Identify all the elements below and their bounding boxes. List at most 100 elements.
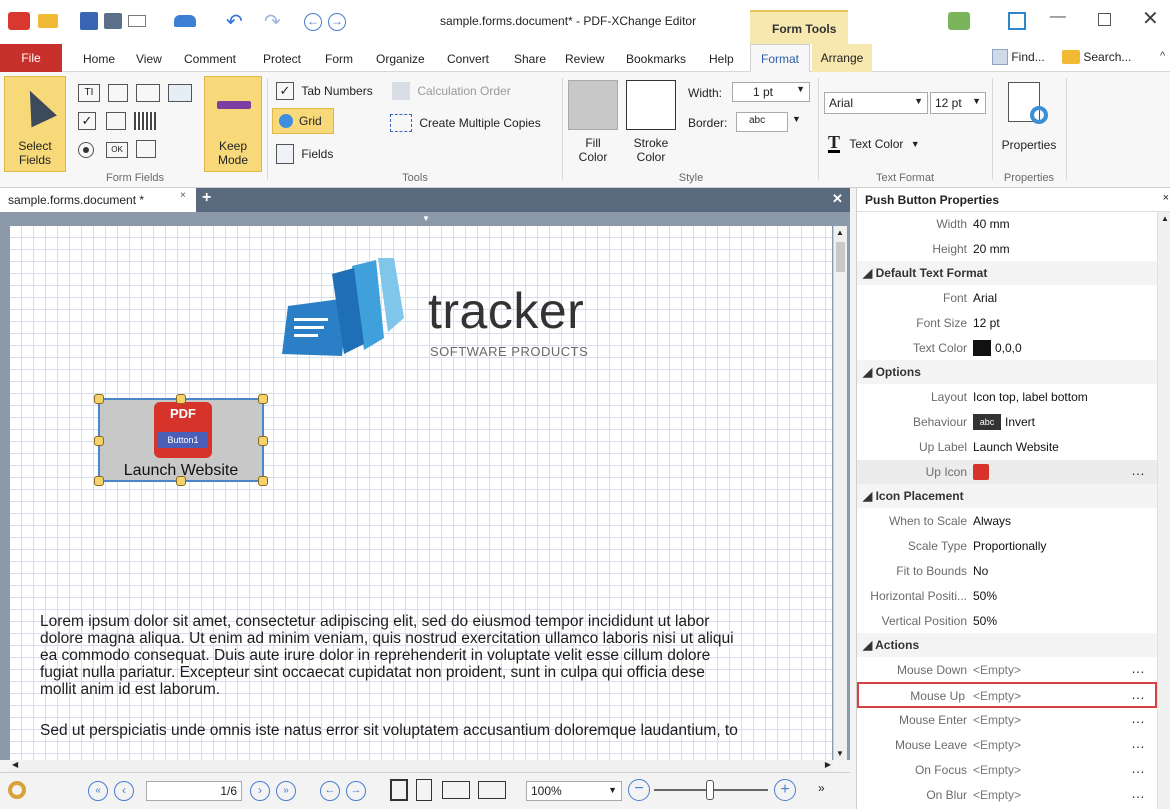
- property-row-font[interactable]: Font Arial: [857, 286, 1157, 310]
- calculation-order-button[interactable]: Calculation Order: [392, 82, 511, 100]
- maximize-button[interactable]: [1098, 13, 1111, 26]
- scroll-up-icon[interactable]: ▲: [836, 228, 844, 237]
- resize-handle[interactable]: [94, 394, 104, 404]
- property-row-vertical-position[interactable]: Vertical Position 50%: [857, 609, 1157, 633]
- tab-arrange[interactable]: Arrange: [812, 44, 872, 72]
- close-button[interactable]: ✕: [1142, 6, 1159, 31]
- property-row-behaviour[interactable]: Behaviour abc Invert: [857, 410, 1157, 434]
- select-fields-button[interactable]: Select Fields: [4, 76, 66, 172]
- tab-file[interactable]: File: [0, 44, 62, 72]
- tab-comment[interactable]: Comment: [184, 48, 236, 72]
- next-page-icon[interactable]: ›: [250, 781, 270, 801]
- ribbon-collapse-icon[interactable]: ^: [1160, 50, 1165, 62]
- zoom-slider-thumb[interactable]: [706, 780, 714, 800]
- text-field-icon[interactable]: TI: [78, 84, 100, 102]
- first-page-icon[interactable]: «: [88, 781, 108, 801]
- pane-close-icon[interactable]: ×: [1163, 192, 1169, 204]
- browse-icon[interactable]: …: [1131, 735, 1145, 751]
- combo-box-icon[interactable]: [106, 112, 126, 130]
- checkbox-field-icon[interactable]: ✓: [78, 112, 96, 130]
- property-row-text-color[interactable]: Text Color 0,0,0: [857, 336, 1157, 360]
- property-row-horizontal-position[interactable]: Horizontal Positi... 50%: [857, 584, 1157, 608]
- scroll-left-icon[interactable]: ◀: [12, 760, 18, 769]
- property-row-when-to-scale[interactable]: When to Scale Always: [857, 509, 1157, 533]
- resize-handle[interactable]: [94, 476, 104, 486]
- forward-icon[interactable]: →: [328, 13, 346, 31]
- zoom-out-icon[interactable]: −: [628, 779, 650, 801]
- property-row-height[interactable]: Height 20 mm: [857, 237, 1157, 261]
- scroll-thumb[interactable]: [836, 242, 845, 272]
- signature-field-icon[interactable]: [136, 84, 160, 102]
- radio-button-icon[interactable]: [78, 142, 94, 158]
- properties-button[interactable]: Properties: [996, 78, 1062, 172]
- redo-icon[interactable]: ↷: [264, 9, 281, 34]
- next-view-icon[interactable]: →: [346, 781, 366, 801]
- tab-help[interactable]: Help: [709, 48, 734, 72]
- property-row-scale-type[interactable]: Scale Type Proportionally: [857, 534, 1157, 558]
- border-chevron-icon[interactable]: ▼: [792, 114, 801, 124]
- tab-share[interactable]: Share: [514, 48, 546, 72]
- property-row-mouse-up[interactable]: Mouse Up <Empty>…: [857, 682, 1157, 708]
- last-page-icon[interactable]: »: [276, 781, 296, 801]
- barcode-field-icon[interactable]: [134, 112, 156, 130]
- horizontal-scrollbar[interactable]: ◀ ▶: [10, 760, 833, 772]
- resize-handle[interactable]: [258, 394, 268, 404]
- facing-continuous-view-icon[interactable]: [478, 781, 506, 799]
- property-row-mouse-enter[interactable]: Mouse Enter <Empty>…: [857, 708, 1157, 732]
- launch-website-push-button[interactable]: PDF Button1 Launch Website: [94, 394, 268, 486]
- property-row-mouse-leave[interactable]: Mouse Leave <Empty>…: [857, 733, 1157, 757]
- search-button[interactable]: Search...: [1062, 49, 1131, 64]
- property-row-up-label[interactable]: Up Label Launch Website: [857, 435, 1157, 459]
- facing-view-icon[interactable]: [442, 781, 470, 799]
- resize-handle[interactable]: [258, 436, 268, 446]
- font-dropdown[interactable]: Arial ▼: [824, 92, 928, 114]
- document-tab[interactable]: sample.forms.document * ×: [0, 188, 196, 212]
- previous-page-icon[interactable]: ‹: [114, 781, 134, 801]
- tab-format[interactable]: Format: [750, 44, 810, 73]
- save-icon[interactable]: [80, 12, 98, 30]
- zoom-dropdown[interactable]: 100% ▼: [526, 781, 622, 801]
- property-row-up-icon[interactable]: Up Icon …: [857, 460, 1157, 484]
- list-box-icon[interactable]: [108, 84, 128, 102]
- tab-convert[interactable]: Convert: [447, 48, 489, 72]
- browse-icon[interactable]: …: [1131, 660, 1145, 676]
- date-field-icon[interactable]: [136, 140, 156, 158]
- browse-icon[interactable]: …: [1131, 760, 1145, 776]
- stroke-color-button[interactable]: Stroke Color: [626, 80, 676, 172]
- new-tab-icon[interactable]: +: [202, 190, 218, 207]
- tab-review[interactable]: Review: [565, 48, 604, 72]
- property-row-font-size[interactable]: Font Size 12 pt: [857, 311, 1157, 335]
- image-field-icon[interactable]: [168, 84, 192, 102]
- email-icon[interactable]: [128, 15, 146, 27]
- options-gear-icon[interactable]: [8, 781, 26, 799]
- resize-handle[interactable]: [176, 394, 186, 404]
- create-multiple-copies-button[interactable]: Create Multiple Copies: [390, 114, 541, 132]
- close-tab-icon[interactable]: ×: [180, 190, 186, 201]
- resize-handle[interactable]: [94, 436, 104, 446]
- font-size-dropdown[interactable]: 12 pt ▼: [930, 92, 986, 114]
- resize-handle[interactable]: [258, 476, 268, 486]
- section-actions[interactable]: ◢ Actions: [857, 633, 1157, 657]
- property-row-on-blur[interactable]: On Blur <Empty>…: [857, 783, 1157, 807]
- scroll-right-icon[interactable]: ▶: [825, 760, 831, 769]
- open-folder-icon[interactable]: [38, 14, 58, 28]
- fill-color-button[interactable]: Fill Color: [568, 80, 618, 172]
- property-row-on-focus[interactable]: On Focus <Empty>…: [857, 758, 1157, 782]
- scroll-down-icon[interactable]: ▼: [836, 749, 844, 758]
- more-options-icon[interactable]: »: [818, 781, 825, 795]
- close-document-icon[interactable]: ✕: [832, 191, 843, 207]
- find-button[interactable]: Find...: [992, 49, 1045, 65]
- push-button-icon[interactable]: OK: [106, 142, 128, 158]
- single-page-view-icon[interactable]: [390, 779, 408, 801]
- fields-button[interactable]: Fields: [276, 144, 333, 164]
- tab-view[interactable]: View: [136, 48, 162, 72]
- properties-scroll-up-icon[interactable]: ▲: [1161, 214, 1169, 223]
- tab-form[interactable]: Form: [325, 48, 353, 72]
- section-default-text-format[interactable]: ◢ Default Text Format: [857, 261, 1157, 285]
- continuous-view-icon[interactable]: [416, 779, 432, 801]
- zoom-in-icon[interactable]: +: [774, 779, 796, 801]
- properties-scrollbar[interactable]: ▲: [1157, 212, 1170, 809]
- border-dropdown[interactable]: abc: [736, 112, 788, 132]
- property-row-width[interactable]: Width 40 mm: [857, 212, 1157, 236]
- section-icon-placement[interactable]: ◢ Icon Placement: [857, 484, 1157, 508]
